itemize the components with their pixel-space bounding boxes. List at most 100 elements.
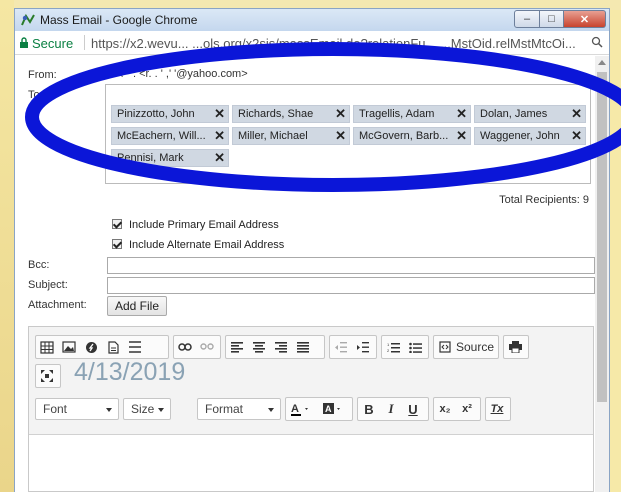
svg-text:1: 1: [387, 342, 390, 347]
lock-icon: [20, 37, 28, 48]
indent-icon[interactable]: [354, 338, 372, 356]
remove-recipient-icon[interactable]: ✕: [571, 128, 582, 144]
align-group: [225, 335, 325, 359]
list-group: 12: [381, 335, 429, 359]
align-right-icon[interactable]: [272, 338, 290, 356]
total-recipients: Total Recipients: 9: [499, 194, 589, 206]
clear-format-button[interactable]: Tx: [488, 400, 506, 418]
recipient-chip: McGovern, Barb... ✕: [353, 127, 471, 145]
date-stamp: 4/13/2019: [74, 358, 186, 386]
mass-email-form: From: A' '\' ' . <r. . ' ,' '@yahoo.com>…: [15, 56, 595, 492]
address-separator: [84, 35, 85, 50]
superscript-button[interactable]: x²: [458, 400, 476, 418]
unlink-icon[interactable]: [198, 338, 216, 356]
bold-button[interactable]: B: [360, 400, 378, 418]
from-label: From:: [28, 69, 57, 81]
remove-recipient-icon[interactable]: ✕: [456, 106, 467, 122]
recipient-chip: Miller, Michael ✕: [232, 127, 350, 145]
scroll-up-icon[interactable]: [598, 60, 606, 65]
rich-text-editor[interactable]: 12 Source Font Size Format A A B I U x₂ …: [28, 326, 594, 492]
svg-text:A: A: [325, 404, 332, 414]
include-alternate-checkbox[interactable]: [112, 239, 122, 249]
size-select[interactable]: Size: [123, 398, 171, 420]
recipient-chip: Dolan, James ✕: [474, 105, 586, 123]
color-group: A A: [285, 397, 353, 421]
minimize-button[interactable]: –: [514, 10, 540, 28]
justify-icon[interactable]: [294, 338, 312, 356]
document-icon[interactable]: [104, 338, 122, 356]
url-text[interactable]: https://x2.wevu... ...ols.org/x2sis/mass…: [91, 36, 577, 51]
insert-group: [35, 335, 169, 359]
to-label: To:: [28, 89, 43, 101]
recipient-chip: Pennisi, Mark ✕: [111, 149, 229, 167]
indent-group: [329, 335, 377, 359]
remove-recipient-icon[interactable]: ✕: [456, 128, 467, 144]
svg-text:2: 2: [387, 348, 390, 353]
scroll-thumb[interactable]: [597, 72, 607, 402]
zoom-icon[interactable]: [591, 36, 603, 48]
scrollbar[interactable]: [595, 56, 609, 492]
flash-icon[interactable]: [82, 338, 100, 356]
maximize-editor-group: [35, 364, 61, 388]
recipient-chip: Pinizzotto, John ✕: [111, 105, 229, 123]
secure-label: Secure: [32, 36, 74, 51]
link-icon[interactable]: [176, 338, 194, 356]
maximize-button[interactable]: □: [540, 10, 564, 28]
browser-window: Mass Email - Google Chrome – □ ✕ Secure …: [14, 8, 610, 492]
numbered-list-icon[interactable]: 12: [384, 338, 402, 356]
include-alternate-label: Include Alternate Email Address: [129, 239, 285, 251]
table-icon[interactable]: [38, 338, 56, 356]
remove-recipient-icon[interactable]: ✕: [335, 128, 346, 144]
subject-label: Subject:: [28, 279, 68, 291]
outdent-icon[interactable]: [332, 338, 350, 356]
font-select[interactable]: Font: [35, 398, 119, 420]
app-icon: [21, 13, 35, 26]
chevron-down-icon: [268, 408, 274, 412]
add-file-button[interactable]: Add File: [107, 296, 167, 316]
close-button[interactable]: ✕: [564, 10, 606, 28]
bulleted-list-icon[interactable]: [406, 338, 424, 356]
window-controls: – □ ✕: [514, 10, 606, 28]
underline-button[interactable]: U: [404, 400, 422, 418]
window-title: Mass Email - Google Chrome: [40, 13, 198, 27]
background-color-icon[interactable]: A: [320, 400, 348, 418]
include-primary-checkbox[interactable]: [112, 219, 122, 229]
address-bar[interactable]: Secure https://x2.wevu... ...ols.org/x2s…: [15, 31, 609, 55]
include-primary-label: Include Primary Email Address: [129, 219, 279, 231]
link-group: [173, 335, 221, 359]
recipient-chip: Waggener, John ✕: [474, 127, 586, 145]
italic-button[interactable]: I: [382, 400, 400, 418]
title-bar: Mass Email - Google Chrome – □ ✕: [15, 9, 609, 31]
source-group: Source: [433, 335, 499, 359]
from-value: A' '\' ' . <r. . ' ,' '@yahoo.com>: [105, 68, 248, 80]
horizontal-line-icon[interactable]: [126, 338, 144, 356]
bcc-field[interactable]: [107, 257, 595, 274]
remove-recipient-icon[interactable]: ✕: [214, 128, 225, 144]
recipient-chip: Richards, Shae ✕: [232, 105, 350, 123]
chevron-down-icon: [158, 408, 164, 412]
remove-recipient-icon[interactable]: ✕: [571, 106, 582, 122]
align-left-icon[interactable]: [228, 338, 246, 356]
format-select[interactable]: Format: [197, 398, 281, 420]
subject-field[interactable]: [107, 277, 595, 294]
source-icon[interactable]: [436, 338, 454, 356]
image-icon[interactable]: [60, 338, 78, 356]
maximize-editor-icon[interactable]: [38, 367, 56, 385]
attachment-label: Attachment:: [28, 299, 87, 311]
remove-recipient-icon[interactable]: ✕: [335, 106, 346, 122]
print-group: [503, 335, 529, 359]
remove-recipient-icon[interactable]: ✕: [214, 106, 225, 122]
recipient-chip: Tragellis, Adam ✕: [353, 105, 471, 123]
remove-recipient-icon[interactable]: ✕: [214, 150, 225, 166]
recipients-box[interactable]: Pinizzotto, John ✕ Richards, Shae ✕ Trag…: [105, 84, 591, 184]
script-group: x₂ x²: [433, 397, 481, 421]
text-color-icon[interactable]: A: [288, 400, 316, 418]
style-group: B I U: [357, 397, 429, 421]
desktop-background-left: [0, 0, 14, 492]
source-label[interactable]: Source: [456, 340, 494, 354]
subscript-button[interactable]: x₂: [436, 400, 454, 418]
print-icon[interactable]: [506, 338, 524, 356]
align-center-icon[interactable]: [250, 338, 268, 356]
svg-text:A: A: [291, 403, 299, 415]
clear-format-group: Tx: [485, 397, 511, 421]
